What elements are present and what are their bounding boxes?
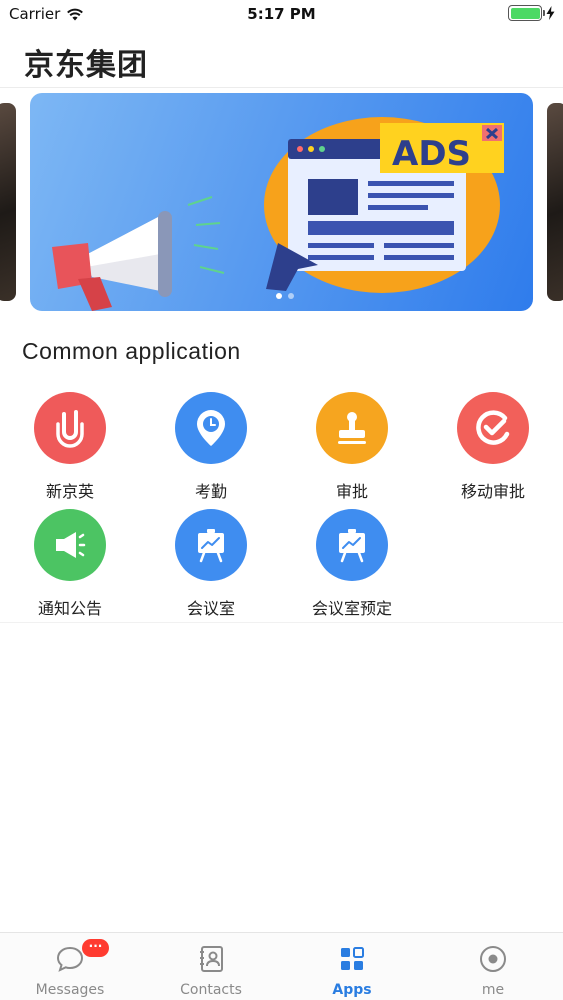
tab-bar: ··· Messages Contacts Apps me (0, 932, 563, 1000)
app-approval[interactable]: 审批 (282, 392, 422, 502)
unread-badge: ··· (82, 939, 109, 957)
app-meeting-room[interactable]: 会议室 (141, 509, 281, 619)
section-divider (0, 622, 563, 623)
location-clock-icon (175, 392, 247, 464)
status-bar: Carrier 5:17 PM (0, 0, 563, 30)
charging-bolt-icon (546, 6, 555, 20)
app-label: 新京英 (45, 482, 94, 501)
ads-illustration: ADS (52, 117, 504, 311)
ads-text: ADS (392, 134, 471, 174)
app-attendance[interactable]: 考勤 (141, 392, 281, 502)
megaphone-icon (34, 509, 106, 581)
app-notice[interactable]: 通知公告 (0, 509, 140, 619)
tab-contacts[interactable]: Contacts (141, 933, 281, 1000)
presentation-board-icon (316, 509, 388, 581)
paperclip-j-icon (34, 392, 106, 464)
app-label: 通知公告 (37, 599, 102, 618)
battery-icon (508, 5, 545, 21)
contacts-book-icon (200, 946, 223, 972)
page-indicator (30, 293, 533, 299)
check-circle-icon (457, 392, 529, 464)
tab-me[interactable]: me (423, 933, 563, 1000)
battery-fill (510, 7, 540, 19)
app-label: 会议室 (186, 599, 235, 618)
banner-carousel[interactable]: ADS (0, 93, 563, 313)
nav-header: 京东集团 (0, 30, 563, 88)
tab-label: Apps (332, 982, 372, 998)
tab-messages[interactable]: ··· Messages (0, 933, 140, 1000)
banner-prev-peek[interactable] (0, 103, 16, 301)
banner-next-peek[interactable] (547, 103, 563, 301)
apps-grid-icon (341, 947, 364, 970)
app-mobile-approval[interactable]: 移动审批 (423, 392, 563, 502)
presentation-board-icon (175, 509, 247, 581)
page-title: 京东集团 (24, 48, 148, 83)
stamp-icon (316, 392, 388, 464)
tab-label: Contacts (180, 982, 242, 998)
tab-label: Messages (35, 982, 105, 998)
tab-label: me (481, 982, 505, 998)
profile-circle-icon (480, 946, 506, 972)
app-label: 会议室预定 (311, 599, 392, 618)
clock: 5:17 PM (247, 5, 316, 23)
banner-slide[interactable]: ADS (30, 93, 533, 311)
app-xinjingying[interactable]: 新京英 (0, 392, 140, 502)
status-right (508, 5, 555, 21)
app-label: 考勤 (194, 482, 227, 501)
section-title: Common application (22, 338, 241, 364)
page-dot-active[interactable] (275, 293, 282, 299)
app-label: 审批 (335, 482, 368, 501)
page-dot[interactable] (287, 293, 294, 299)
tab-apps[interactable]: Apps (282, 933, 422, 1000)
app-label: 移动审批 (460, 482, 525, 501)
app-meeting-room-booking[interactable]: 会议室预定 (282, 509, 422, 619)
